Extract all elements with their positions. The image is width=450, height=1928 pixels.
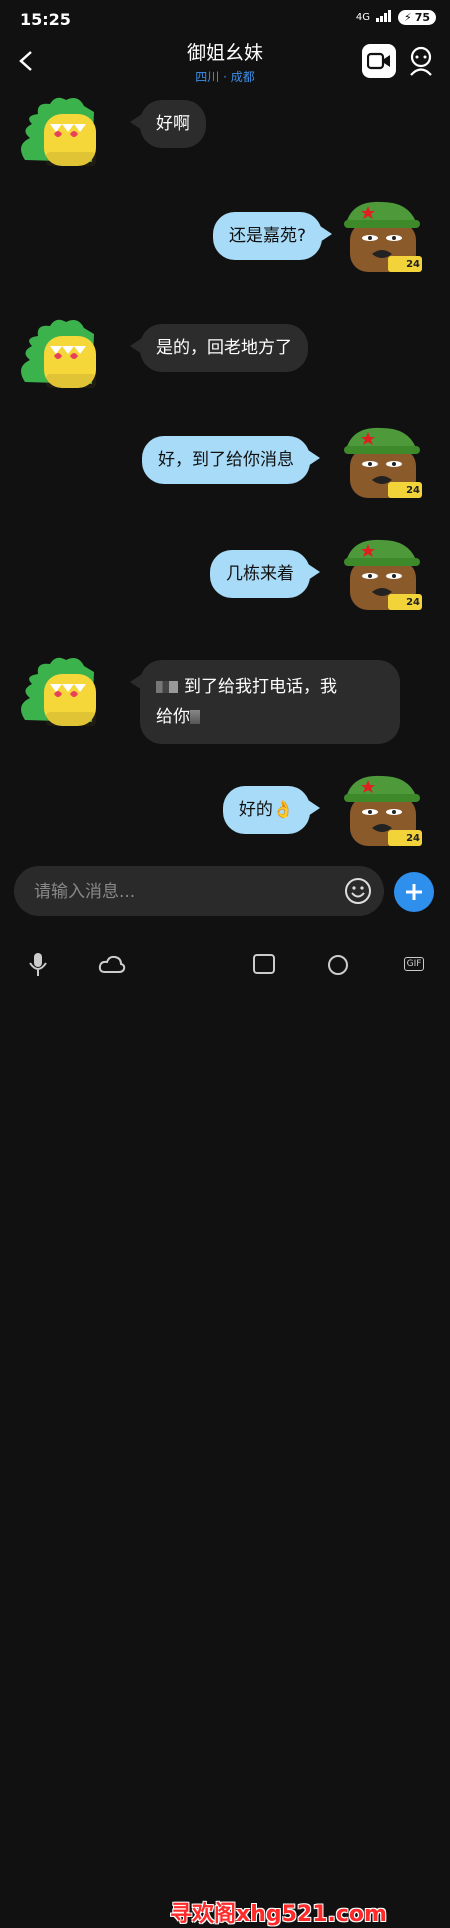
chat-header: 御姐幺妹 四川 · 成都 xyxy=(0,36,450,90)
profile-button[interactable] xyxy=(404,44,438,78)
message-text: 给你 xyxy=(156,707,190,727)
message-bubble[interactable]: 到了给我打电话，我 给你 xyxy=(130,660,400,744)
person-icon xyxy=(410,46,432,76)
camera-icon xyxy=(328,955,348,975)
microphone-icon xyxy=(29,953,47,976)
battery-level: 75 xyxy=(414,11,430,24)
bolt-icon: ⚡ xyxy=(403,11,412,24)
camera-button[interactable] xyxy=(318,944,358,984)
message-text: 到了给我打电话，我 xyxy=(184,677,337,697)
dinosaur-avatar-icon xyxy=(21,319,96,388)
cloud-button[interactable] xyxy=(92,944,132,984)
message-input[interactable] xyxy=(32,874,336,910)
more-options-button[interactable] xyxy=(394,872,434,912)
my-avatar[interactable]: 24 xyxy=(342,196,432,276)
message-bubble[interactable]: 还是嘉苑? xyxy=(212,212,333,260)
plus-icon xyxy=(406,884,422,900)
status-bar: 15:25 4G ⚡ 75 xyxy=(0,0,450,40)
message-bubble[interactable]: 是的，回老地方了 xyxy=(130,324,308,372)
contact-avatar[interactable] xyxy=(10,90,100,170)
video-camera-icon xyxy=(367,52,390,70)
my-avatar[interactable]: 24 xyxy=(342,422,432,502)
image-icon xyxy=(253,954,275,974)
dinosaur-avatar-icon xyxy=(21,97,96,166)
my-avatar[interactable]: 24 xyxy=(342,770,432,850)
gif-label: GIF xyxy=(403,957,425,971)
emoji-button[interactable] xyxy=(344,877,372,905)
network-label: 4G xyxy=(355,12,370,23)
dinosaur-avatar-icon xyxy=(21,657,96,726)
avatar-badge: 24 xyxy=(406,833,420,844)
signal-icon xyxy=(375,10,392,25)
pixelated-redaction xyxy=(156,681,178,693)
message-bubble[interactable]: 好，到了给你消息 xyxy=(142,436,320,484)
avatar-badge: 24 xyxy=(406,597,420,608)
message-composer xyxy=(14,866,384,916)
image-button[interactable] xyxy=(244,944,284,984)
contact-avatar[interactable] xyxy=(10,312,100,392)
input-toolbar: GIF 寻欢阁xhg521.com xyxy=(0,944,450,1927)
voice-button[interactable] xyxy=(18,944,58,984)
avatar-badge: 24 xyxy=(406,259,420,270)
message-bubble[interactable]: 好的👌 xyxy=(222,786,321,834)
message-bubble[interactable]: 几栋来着 xyxy=(210,550,320,598)
gif-button[interactable]: GIF xyxy=(394,944,434,984)
battery-indicator: ⚡ 75 xyxy=(397,10,436,25)
site-watermark: 寻欢阁xhg521.com xyxy=(170,1902,387,1927)
my-avatar[interactable]: 24 xyxy=(342,534,432,614)
cloud-icon xyxy=(98,955,126,973)
status-icons: 4G ⚡ 75 xyxy=(356,10,436,25)
contact-avatar[interactable] xyxy=(10,650,100,730)
pixelated-redaction xyxy=(190,710,200,724)
clock: 15:25 xyxy=(20,10,71,29)
smiley-icon xyxy=(345,878,371,904)
video-call-button[interactable] xyxy=(362,44,396,78)
avatar-badge: 24 xyxy=(406,485,420,496)
message-bubble[interactable]: 好啊 xyxy=(130,100,206,148)
